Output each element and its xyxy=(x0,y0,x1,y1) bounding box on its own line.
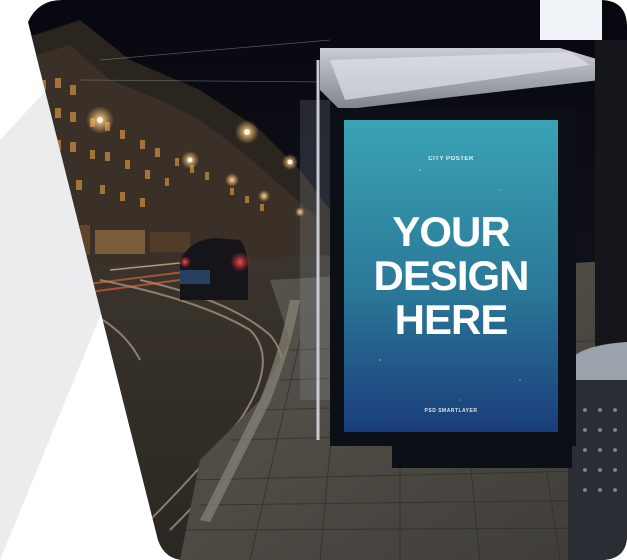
scene: CITY POSTER YOUR DESIGN HERE PSD SMARTLA… xyxy=(0,0,627,560)
street-photo xyxy=(28,0,627,560)
trash-bin-icon xyxy=(568,342,627,560)
